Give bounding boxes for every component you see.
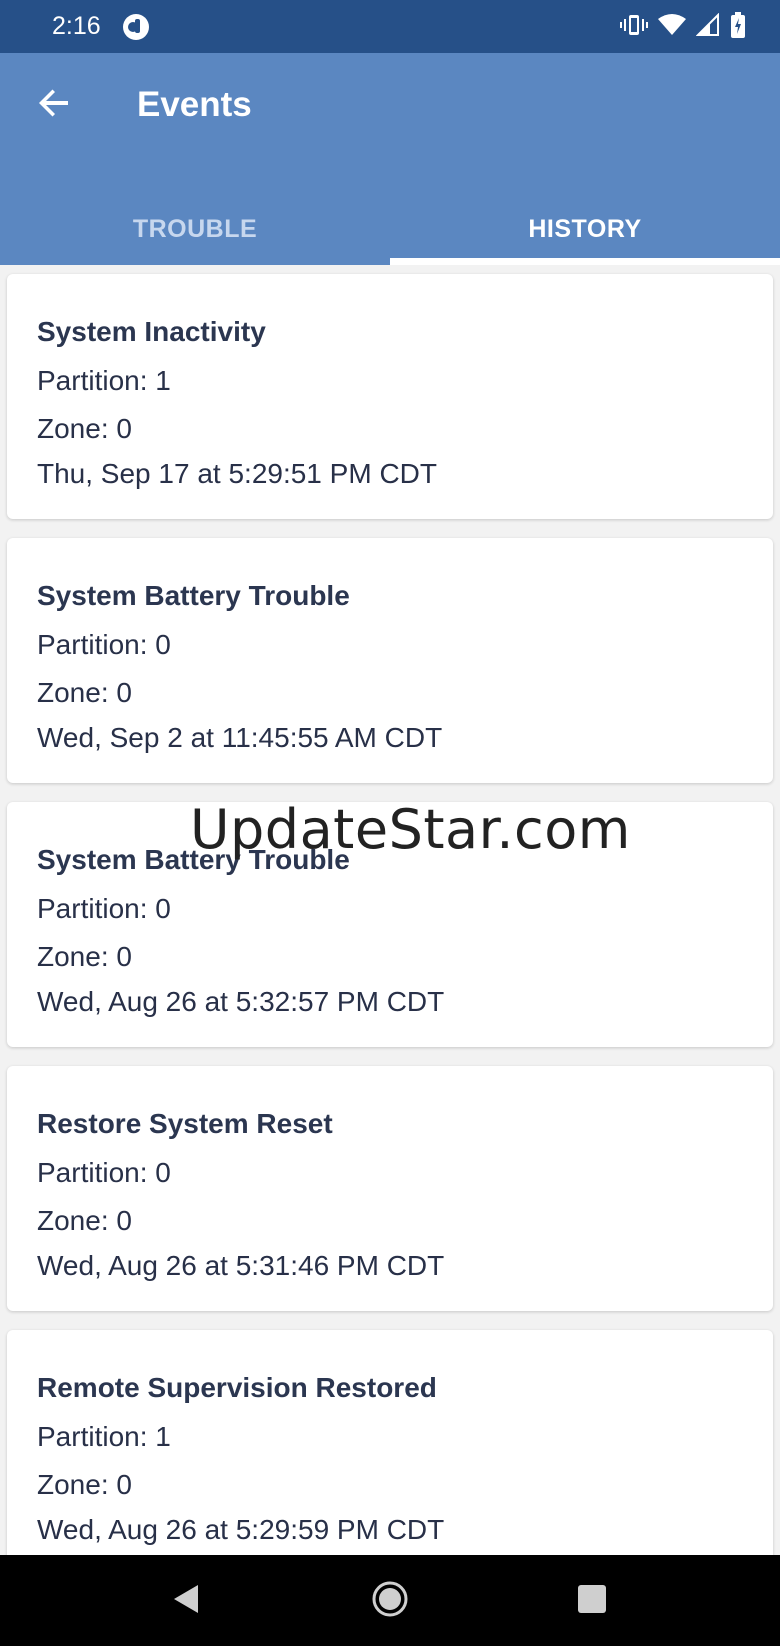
event-partition: Partition: 0 xyxy=(37,629,171,660)
watermark: UpdateStar.com xyxy=(190,798,631,861)
system-nav-bar xyxy=(0,1555,780,1646)
event-card[interactable]: Restore System Reset Partition: 0 Zone: … xyxy=(7,1066,773,1311)
event-timestamp: Wed, Aug 26 at 5:29:59 PM CDT xyxy=(37,1514,445,1545)
back-button[interactable] xyxy=(30,81,78,129)
event-zone: Zone: 0 xyxy=(37,941,132,972)
event-timestamp: Wed, Sep 2 at 11:45:55 AM CDT xyxy=(37,722,443,753)
event-title: Restore System Reset xyxy=(37,1108,333,1139)
vibrate-icon xyxy=(620,13,648,42)
event-card[interactable]: Remote Supervision Restored Partition: 1… xyxy=(7,1330,773,1555)
event-timestamp: Wed, Aug 26 at 5:31:46 PM CDT xyxy=(37,1250,445,1281)
event-partition: Partition: 1 xyxy=(37,365,171,396)
nav-home-icon xyxy=(372,1581,408,1622)
tab-label: HISTORY xyxy=(528,214,642,243)
signal-icon xyxy=(695,12,720,42)
nav-back-button[interactable] xyxy=(162,1577,210,1625)
nav-back-icon xyxy=(170,1583,202,1620)
event-title: System Inactivity xyxy=(37,316,266,347)
nav-recents-button[interactable] xyxy=(568,1577,616,1625)
arrow-back-icon xyxy=(38,87,70,124)
event-card[interactable]: System Battery Trouble Partition: 0 Zone… xyxy=(7,538,773,783)
status-time: 2:16 xyxy=(52,12,101,40)
event-title: System Battery Trouble xyxy=(37,580,350,611)
app-notification-icon xyxy=(122,13,150,46)
event-zone: Zone: 0 xyxy=(37,677,132,708)
event-zone: Zone: 0 xyxy=(37,1469,132,1500)
event-card[interactable]: System Inactivity Partition: 1 Zone: 0 T… xyxy=(7,274,773,519)
tab-label: TROUBLE xyxy=(132,214,258,243)
page-title: Events xyxy=(137,85,252,124)
battery-icon xyxy=(730,12,746,43)
event-timestamp: Wed, Aug 26 at 5:32:57 PM CDT xyxy=(37,986,445,1017)
event-zone: Zone: 0 xyxy=(37,413,132,444)
event-partition: Partition: 0 xyxy=(37,893,171,924)
nav-recents-icon xyxy=(577,1584,607,1619)
event-partition: Partition: 1 xyxy=(37,1421,171,1452)
tab-bar: TROUBLE HISTORY xyxy=(0,193,780,265)
tab-trouble[interactable]: TROUBLE xyxy=(0,193,390,265)
wifi-icon xyxy=(658,13,686,42)
tab-indicator xyxy=(390,258,780,265)
event-list[interactable]: System Inactivity Partition: 1 Zone: 0 T… xyxy=(0,265,780,1555)
event-timestamp: Thu, Sep 17 at 5:29:51 PM CDT xyxy=(37,458,437,489)
event-partition: Partition: 0 xyxy=(37,1157,171,1188)
tab-history[interactable]: HISTORY xyxy=(390,193,780,265)
event-title: Remote Supervision Restored xyxy=(37,1372,437,1403)
app-bar: Events TROUBLE HISTORY xyxy=(0,53,780,265)
status-bar: 2:16 xyxy=(0,0,780,53)
event-zone: Zone: 0 xyxy=(37,1205,132,1236)
nav-home-button[interactable] xyxy=(366,1577,414,1625)
